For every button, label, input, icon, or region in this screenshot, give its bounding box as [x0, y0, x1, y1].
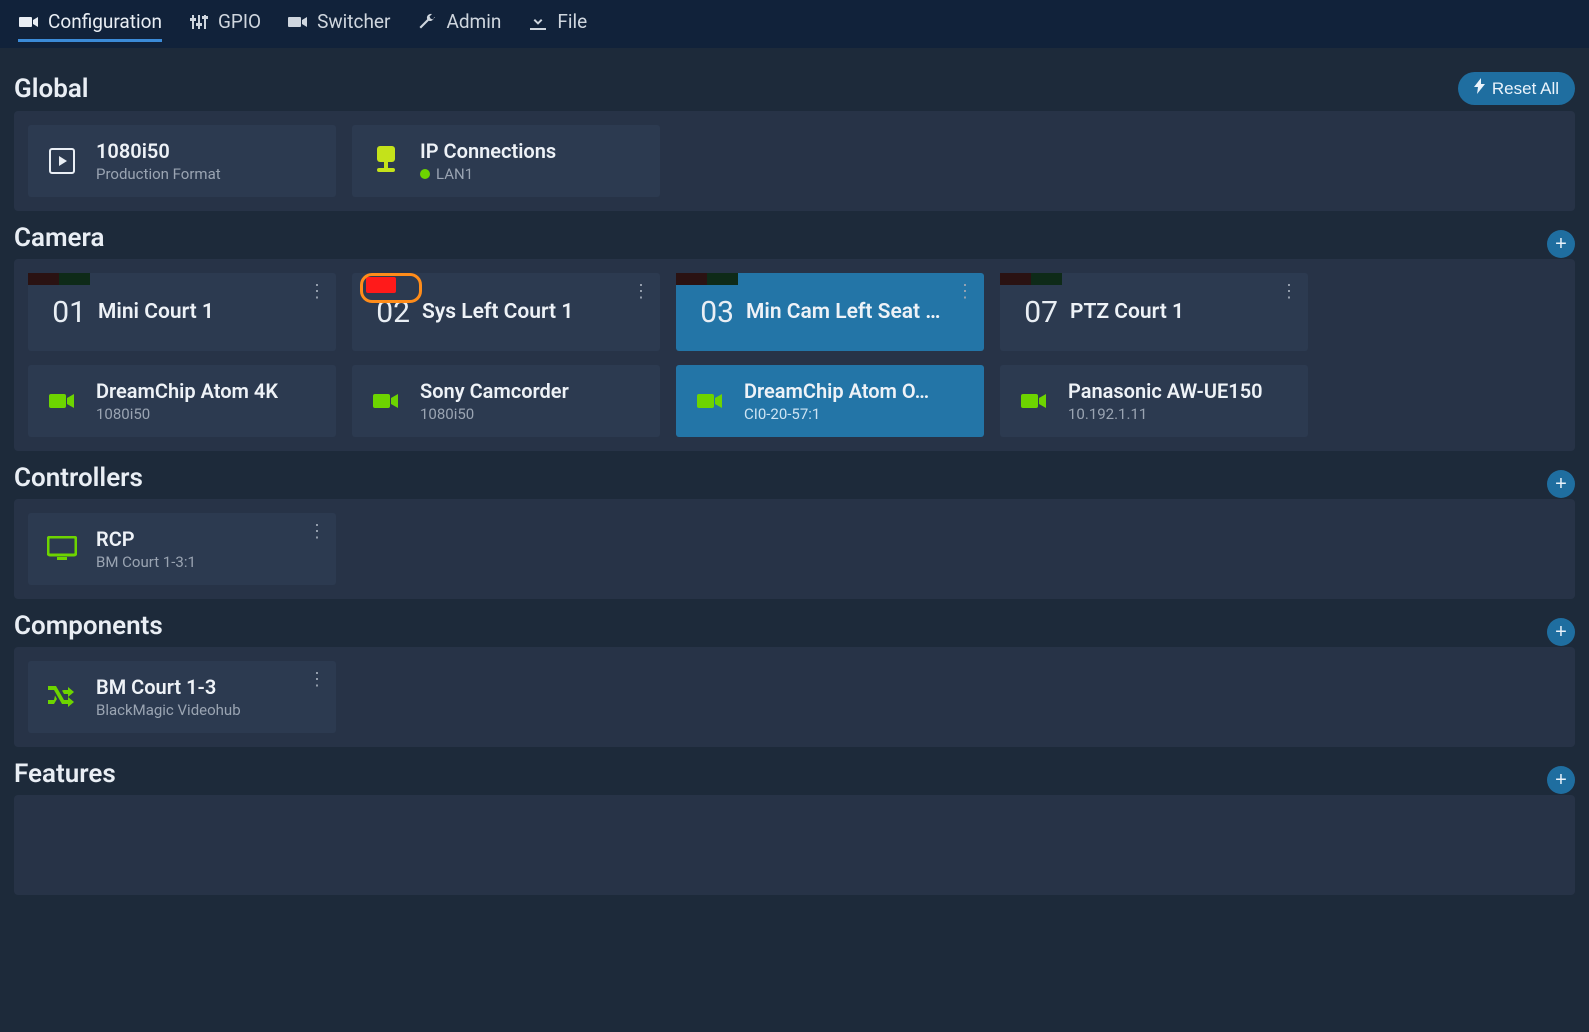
section-header-controllers: Controllers +	[10, 451, 1579, 499]
tile-subtitle: BM Court 1-3:1	[96, 553, 196, 571]
button-label: Reset All	[1492, 79, 1559, 99]
nav-gpio[interactable]: GPIO	[188, 10, 261, 42]
section-title: Camera	[14, 223, 104, 253]
camera-device-tile[interactable]: Panasonic AW-UE150 10.192.1.11	[1000, 365, 1308, 437]
tally-strip	[676, 273, 738, 285]
tile-title: 1080i50	[96, 139, 221, 163]
camera-name: Mini Court 1	[98, 300, 214, 324]
camera-name: Min Cam Left Seat …	[746, 300, 941, 324]
reset-all-button[interactable]: Reset All	[1458, 72, 1575, 105]
bolt-icon	[1474, 78, 1486, 99]
tile-title: BM Court 1-3	[96, 675, 241, 699]
tally-strip	[1000, 273, 1062, 285]
camera-panel: ⋮01Mini Court 1DreamChip Atom 4K1080i50⋮…	[14, 259, 1575, 451]
nav-admin[interactable]: Admin	[416, 10, 501, 42]
nav-label: Admin	[446, 10, 501, 33]
device-subtitle: 10.192.1.11	[1068, 405, 1263, 423]
camera-head-tile[interactable]: ⋮02Sys Left Court 1	[352, 273, 660, 351]
nav-configuration[interactable]: Configuration	[18, 10, 162, 42]
device-title: Sony Camcorder	[420, 379, 569, 403]
top-nav: Configuration GPIO Switcher Admin File	[0, 0, 1589, 48]
device-title: DreamChip Atom 4K	[96, 379, 278, 403]
camera-icon	[42, 392, 82, 410]
section-title: Global	[14, 74, 89, 104]
device-subtitle: 1080i50	[420, 405, 569, 423]
highlight-ring	[360, 273, 422, 303]
camera-head-tile[interactable]: ⋮ 03 Min Cam Left Seat …	[676, 273, 984, 351]
camera-icon	[1014, 392, 1054, 410]
camera-icon	[690, 392, 730, 410]
camera-device-tile[interactable]: DreamChip Atom 4K 1080i50	[28, 365, 336, 437]
sliders-icon	[188, 13, 210, 31]
section-header-features: Features +	[10, 747, 1579, 795]
controller-tile[interactable]: ⋮ RCP BM Court 1-3:1	[28, 513, 336, 585]
nav-file[interactable]: File	[527, 10, 587, 42]
tile-subtitle: BlackMagic Videohub	[96, 701, 241, 719]
tile-title: IP Connections	[420, 139, 556, 163]
global-panel: 1080i50 Production Format IP Connections…	[14, 111, 1575, 211]
camera-icon	[366, 392, 406, 410]
features-panel	[14, 795, 1575, 895]
production-format-tile[interactable]: 1080i50 Production Format	[28, 125, 336, 197]
controllers-panel: ⋮ RCP BM Court 1-3:1	[14, 499, 1575, 599]
tile-subtitle: LAN1	[420, 165, 556, 183]
section-title: Controllers	[14, 463, 143, 493]
camera-number: 01	[42, 295, 86, 330]
section-header-camera: Camera +	[10, 211, 1579, 259]
network-icon	[366, 146, 406, 176]
ip-connections-tile[interactable]: IP Connections LAN1	[352, 125, 660, 197]
section-title: Features	[14, 759, 116, 789]
kebab-icon[interactable]: ⋮	[632, 283, 650, 301]
camera-column: ⋮ 03 Min Cam Left Seat … DreamChip Atom O… C…	[676, 273, 984, 437]
tally-strip	[28, 273, 90, 285]
component-tile[interactable]: ⋮ BM Court 1-3 BlackMagic Videohub	[28, 661, 336, 733]
section-title: Components	[14, 611, 163, 641]
camera-device-tile[interactable]: DreamChip Atom O… CI0-20-57:1	[676, 365, 984, 437]
device-title: DreamChip Atom O…	[744, 379, 929, 403]
tile-title: RCP	[96, 527, 196, 551]
camera-head-tile[interactable]: ⋮ 01 Mini Court 1	[28, 273, 336, 351]
camera-icon	[18, 13, 40, 31]
components-panel: ⋮ BM Court 1-3 BlackMagic Videohub	[14, 647, 1575, 747]
add-controller-button[interactable]: +	[1547, 470, 1575, 498]
status-dot-icon	[420, 169, 430, 179]
camera-icon	[287, 13, 309, 31]
camera-name: PTZ Court 1	[1070, 300, 1184, 324]
shuffle-icon	[42, 686, 82, 708]
wrench-icon	[416, 13, 438, 31]
kebab-icon[interactable]: ⋮	[956, 283, 974, 301]
kebab-icon[interactable]: ⋮	[308, 671, 326, 689]
nav-label: Configuration	[48, 10, 162, 33]
camera-head-tile[interactable]: ⋮ 07 PTZ Court 1	[1000, 273, 1308, 351]
tile-subtitle: Production Format	[96, 165, 221, 183]
nav-label: GPIO	[218, 10, 261, 33]
nav-switcher[interactable]: Switcher	[287, 10, 390, 42]
camera-name: Sys Left Court 1	[422, 300, 573, 324]
add-feature-button[interactable]: +	[1547, 766, 1575, 794]
monitor-icon	[42, 536, 82, 562]
kebab-icon[interactable]: ⋮	[308, 523, 326, 541]
camera-column: ⋮ 07 PTZ Court 1 Panasonic AW-UE150 10.192.1…	[1000, 273, 1308, 437]
nav-label: Switcher	[317, 10, 390, 33]
camera-device-tile[interactable]: Sony Camcorder 1080i50	[352, 365, 660, 437]
nav-label: File	[557, 10, 587, 33]
add-component-button[interactable]: +	[1547, 618, 1575, 646]
section-header-components: Components +	[10, 599, 1579, 647]
device-subtitle: 1080i50	[96, 405, 278, 423]
device-title: Panasonic AW-UE150	[1068, 379, 1263, 403]
camera-column: ⋮ 01 Mini Court 1 DreamChip Atom 4K 1080i50	[28, 273, 336, 437]
lan-label: LAN1	[436, 165, 473, 183]
section-header-global: Global Reset All	[10, 60, 1579, 111]
kebab-icon[interactable]: ⋮	[1280, 283, 1298, 301]
camera-column: ⋮02Sys Left Court 1 Sony Camcorder 1080i50	[352, 273, 660, 437]
add-camera-button[interactable]: +	[1547, 230, 1575, 258]
kebab-icon[interactable]: ⋮	[308, 283, 326, 301]
camera-number: 03	[690, 295, 734, 330]
download-icon	[527, 13, 549, 31]
play-box-icon	[42, 148, 82, 174]
device-subtitle: CI0-20-57:1	[744, 405, 929, 423]
camera-number: 07	[1014, 295, 1058, 330]
